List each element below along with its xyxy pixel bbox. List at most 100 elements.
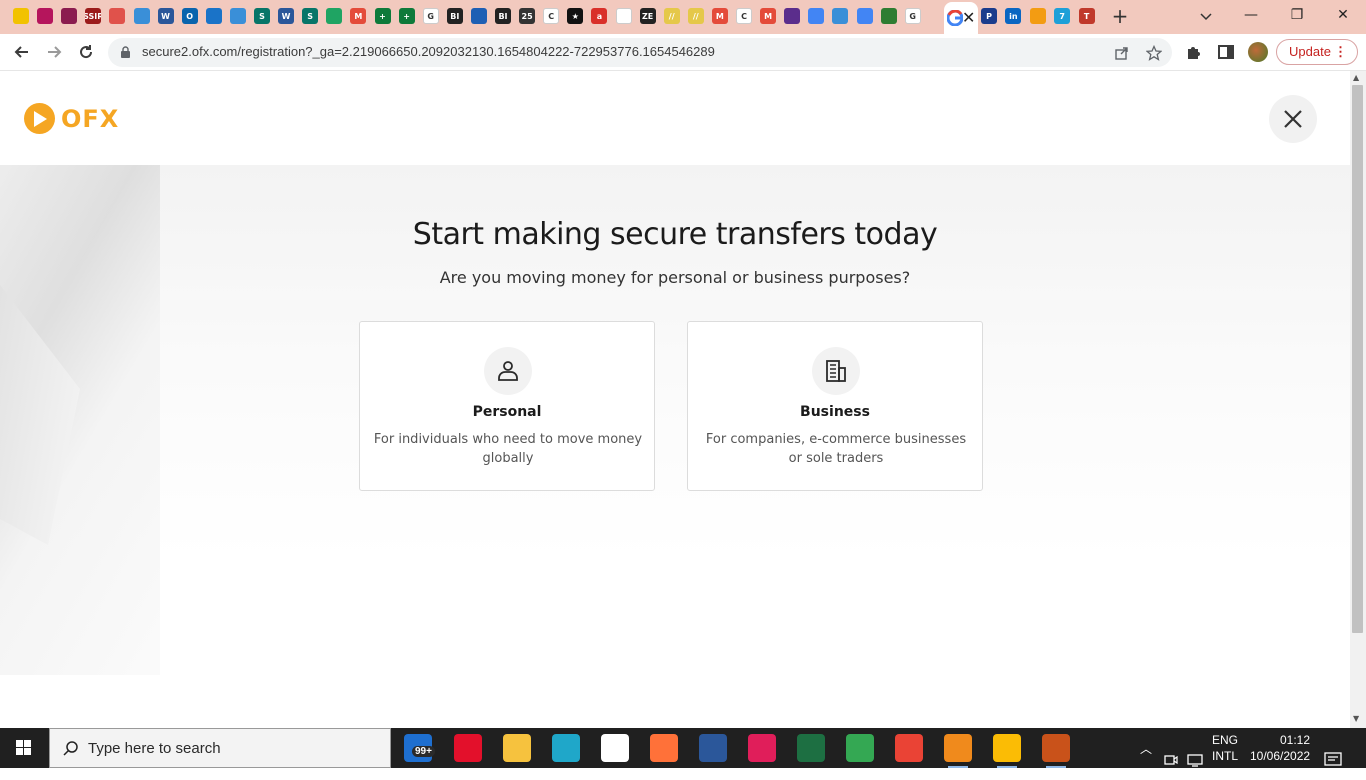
colorful-circle-icon [109,8,126,24]
browser-tab[interactable]: M [709,5,730,27]
browser-tab[interactable]: C [540,5,561,27]
mail-icon[interactable]: 99+ [404,734,435,762]
browser-tab[interactable]: ★ [564,5,585,27]
browser-tab[interactable]: M [347,5,368,27]
camera-icon[interactable] [1164,740,1178,780]
restore-window-button[interactable]: ❐ [1274,0,1320,32]
browser-tab[interactable]: // [685,5,706,27]
browser-tab[interactable] [854,5,875,27]
browser-tab[interactable]: W [275,5,296,27]
pink-bolt-icon [37,8,54,24]
browser-tab[interactable] [878,5,899,27]
settings-icon[interactable] [601,734,629,762]
browser-tab[interactable]: ZE [637,5,658,27]
chrome-icon[interactable] [993,734,1021,768]
side-panel-icon[interactable] [1217,43,1235,61]
network-icon[interactable] [1187,740,1203,780]
notification-icon[interactable] [1324,740,1342,780]
vlc-icon[interactable] [944,734,972,768]
person-icon [484,347,532,395]
browser-tab[interactable] [227,5,248,27]
browser-tab[interactable]: SSIR [82,5,103,27]
file-explorer-icon[interactable] [503,734,531,762]
browser-tab[interactable]: C [733,5,754,27]
personal-account-card[interactable]: Personal For individuals who need to mov… [359,321,655,491]
tab-search-chevron-icon[interactable] [1196,6,1216,26]
address-bar[interactable]: secure2.ofx.com/registration?_ga=2.21906… [108,38,1172,67]
c-icon: C [543,8,560,24]
chrome-icon[interactable] [895,734,923,762]
page-title: Start making secure transfers today [412,217,938,252]
tab-ofx-registration[interactable]: ✕ [944,2,978,34]
new-tab-button[interactable]: + [1108,4,1132,28]
browser-tab[interactable]: O [179,5,200,27]
browser-tab[interactable] [468,5,489,27]
bookmark-star-icon[interactable] [1146,45,1162,61]
browser-tab[interactable]: BI [492,5,513,27]
system-clock[interactable]: 01:12 10/06/2022 [1250,732,1310,772]
browser-tab[interactable]: W [155,5,176,27]
chrome-icon[interactable] [846,734,874,762]
paypal-icon: P [981,8,997,24]
page-scrollbar[interactable]: ▲ ▼ [1350,71,1366,728]
browser-tab[interactable] [58,5,79,27]
taskbar-search-box[interactable]: Type here to search [49,728,391,768]
browser-tab[interactable]: + [396,5,417,27]
close-registration-button[interactable] [1269,95,1317,143]
sway-icon: S [302,8,319,24]
more-menu-icon[interactable]: ⋮ [1334,40,1347,64]
excel-icon[interactable] [797,734,825,762]
scroll-down-icon[interactable]: ▼ [1353,714,1359,723]
office-icon[interactable] [1042,734,1070,768]
browser-tab[interactable] [1027,5,1048,27]
share-icon[interactable] [1114,45,1130,61]
browser-tab[interactable]: BI [444,5,465,27]
browser-tab[interactable]: S [299,5,320,27]
browser-tab[interactable] [34,5,55,27]
close-tab-icon[interactable]: ✕ [962,8,975,27]
close-window-button[interactable]: ✕ [1320,0,1366,32]
browser-tab[interactable] [10,5,31,27]
browser-tab[interactable] [323,5,344,27]
browser-tab[interactable]: P [978,5,999,27]
browser-tab[interactable]: 7 [1051,5,1072,27]
browser-tab[interactable]: in [1002,5,1023,27]
browser-tab[interactable] [131,5,152,27]
update-button[interactable]: Update ⋮ [1276,39,1358,65]
reload-button[interactable] [73,39,99,65]
browser-tab[interactable] [203,5,224,27]
scrollbar-thumb[interactable] [1352,85,1363,633]
opera-icon[interactable] [454,734,482,762]
browser-tab[interactable] [781,5,802,27]
browser-tab[interactable]: + [372,5,393,27]
word-icon[interactable] [699,734,727,762]
browser-tab[interactable]: 25 [516,5,537,27]
back-button[interactable] [9,39,35,65]
scroll-up-icon[interactable]: ▲ [1353,73,1359,82]
browser-tab[interactable] [106,5,127,27]
browser-tab[interactable]: S [251,5,272,27]
browser-tab[interactable] [829,5,850,27]
start-button[interactable] [0,728,48,768]
extensions-puzzle-icon[interactable] [1185,43,1203,61]
slack-icon[interactable] [748,734,776,762]
ofx-logo[interactable]: OFX [24,103,118,135]
firefox-icon[interactable] [650,734,678,762]
profile-avatar[interactable] [1248,42,1268,62]
minimize-window-button[interactable]: — [1228,0,1274,32]
onedrive-icon [205,8,222,24]
browser-tab[interactable]: // [661,5,682,27]
language-indicator[interactable]: ENG INTL [1212,732,1238,772]
browser-tab[interactable]: G [902,5,923,27]
edge-icon[interactable] [552,734,580,762]
browser-tab[interactable]: G [420,5,441,27]
business-account-card[interactable]: Business For companies, e-commerce busin… [687,321,983,491]
browser-tab[interactable] [613,5,634,27]
page-viewport: OFX Start making secure transfers today … [0,71,1350,728]
browser-tab[interactable]: T [1076,5,1097,27]
browser-tab[interactable] [805,5,826,27]
browser-tab[interactable]: a [588,5,609,27]
forward-button[interactable] [41,39,67,65]
browser-tab[interactable]: M [757,5,778,27]
tray-chevron-icon[interactable]: ︿ [1140,740,1152,780]
